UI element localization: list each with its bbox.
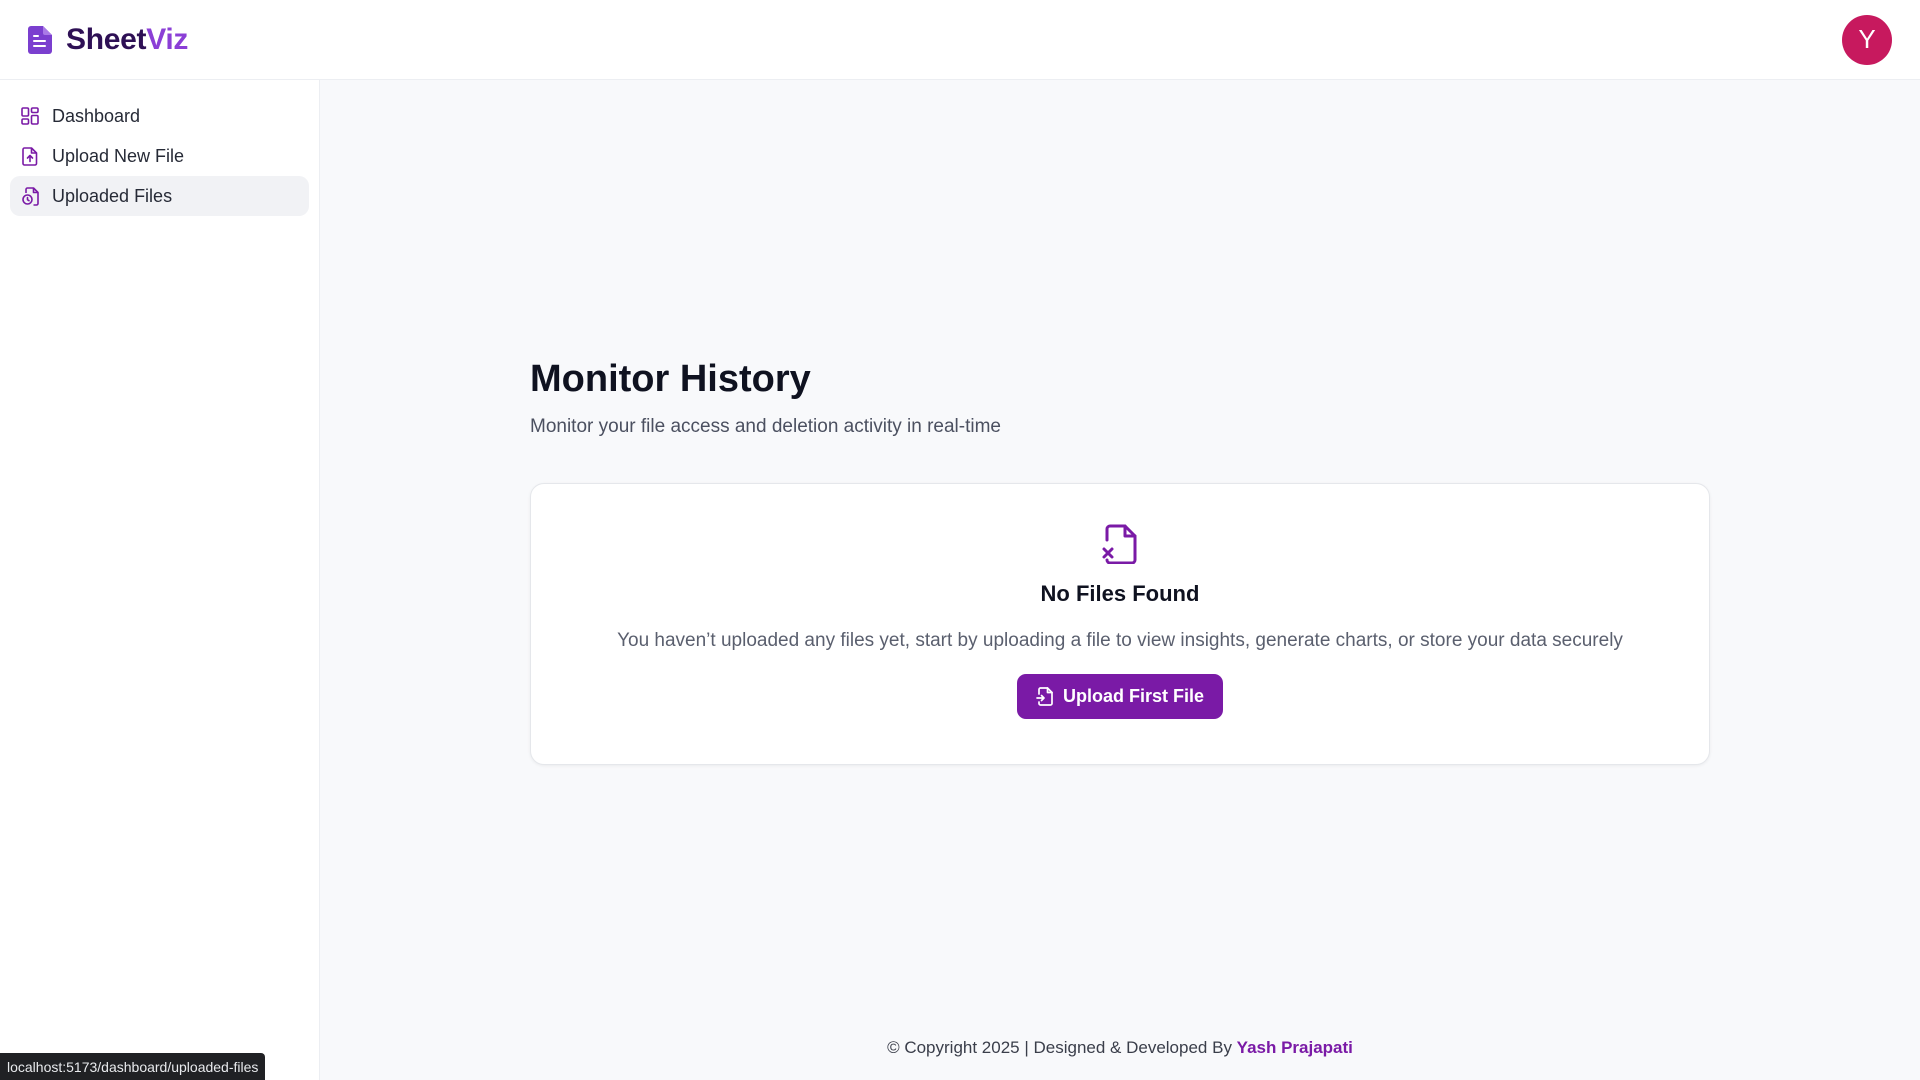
document-logo-icon (26, 25, 54, 54)
sidebar-item-upload-new-file[interactable]: Upload New File (10, 136, 309, 176)
sidebar-item-dashboard[interactable]: Dashboard (10, 96, 309, 136)
empty-state-card: No Files Found You haven’t uploaded any … (530, 483, 1710, 765)
file-history-icon (20, 186, 40, 206)
top-header: SheetViz Y (0, 0, 1920, 80)
file-upload-icon (1036, 687, 1053, 706)
empty-state-title: No Files Found (1040, 581, 1200, 606)
sidebar-item-label: Dashboard (52, 105, 141, 126)
user-avatar[interactable]: Y (1842, 14, 1892, 65)
file-upload-icon (20, 146, 40, 166)
brand-logo[interactable]: SheetViz (26, 23, 188, 57)
sidebar-item-uploaded-files[interactable]: Uploaded Files (10, 176, 309, 216)
footer: © Copyright 2025 | Designed & Developed … (320, 1038, 1920, 1058)
sidebar-item-label: Uploaded Files (52, 185, 173, 206)
empty-state-description: You haven’t uploaded any files yet, star… (617, 630, 1623, 651)
upload-first-file-button[interactable]: Upload First File (1016, 674, 1223, 719)
sidebar: Dashboard Upload New File Uploaded Files (0, 80, 320, 1080)
dashboard-grid-icon (20, 106, 40, 126)
footer-author-link[interactable]: Yash Prajapati (1237, 1038, 1353, 1057)
upload-first-file-label: Upload First File (1062, 686, 1204, 706)
file-x-icon (1101, 524, 1139, 565)
brand-name: SheetViz (66, 22, 189, 56)
sidebar-item-label: Upload New File (52, 145, 185, 166)
footer-copyright: © Copyright 2025 | Designed & Developed … (887, 1038, 1237, 1057)
status-bar-url: localhost:5173/dashboard/uploaded-files (0, 1053, 266, 1080)
page-title: Monitor History (530, 358, 811, 400)
main-content: Monitor History Monitor your file access… (320, 80, 1920, 1080)
page-subtitle: Monitor your file access and deletion ac… (530, 416, 1001, 437)
